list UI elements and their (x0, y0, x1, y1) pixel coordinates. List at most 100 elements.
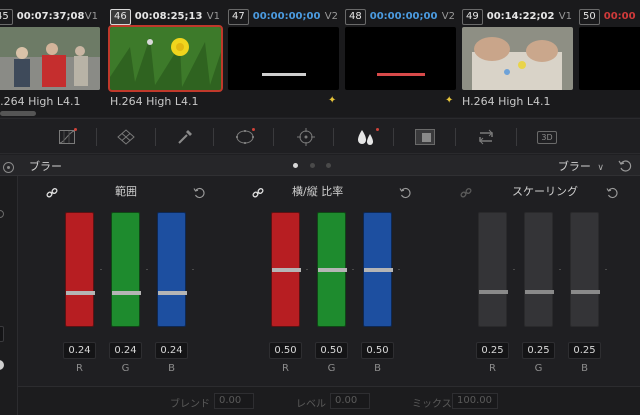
bottom-controls: ブレンド 0.00 レベル 0.00 ミックス 100.00 (18, 386, 640, 415)
radius-green-value[interactable]: 0.24 (109, 342, 142, 359)
blur-mode-dropdown[interactable]: ブラー ∨ (558, 158, 604, 174)
fusion-sparkle-icon: ✦ (328, 95, 337, 106)
blend-field[interactable]: 0.00 (214, 393, 254, 409)
clip-timecode: 00:07:37;08 (16, 11, 85, 22)
reset-icon[interactable] (193, 184, 205, 199)
clip-codec: H.264 High L4.1 (110, 95, 199, 108)
curves-icon[interactable] (56, 126, 78, 148)
slider-handle[interactable] (272, 268, 301, 272)
scaling-green-slider[interactable] (524, 212, 554, 327)
scaling-blue-value[interactable]: 0.25 (568, 342, 601, 359)
reset-icon[interactable] (399, 184, 411, 199)
window-icon[interactable] (234, 126, 256, 148)
3d-icon[interactable]: 3D (536, 126, 558, 148)
clip-45[interactable]: 4500:07:37;08 V1 H.264 High L4.1 (0, 8, 100, 113)
dandelion-image (110, 27, 221, 90)
key-icon[interactable] (414, 126, 436, 148)
channel-label: B (374, 363, 381, 374)
slider-handle[interactable] (525, 290, 554, 294)
page-dot-3[interactable] (326, 163, 331, 168)
clip-49[interactable]: 49 00:14:22;02 V1 H.264 High L4.1 (462, 8, 574, 113)
scaling-blue-slider[interactable] (570, 212, 600, 327)
scaling-red-slider[interactable] (478, 212, 508, 327)
reset-all-icon[interactable] (2, 159, 15, 173)
clip-thumbnail (108, 25, 223, 92)
title-text-graphic (377, 73, 425, 76)
radius-blue-value[interactable]: 0.24 (155, 342, 188, 359)
slider-handle[interactable] (571, 290, 600, 294)
left-reset-icon[interactable] (0, 210, 4, 218)
radius-blue-slider[interactable] (157, 212, 187, 327)
channel-label: R (76, 363, 83, 374)
mix-field[interactable]: 100.00 (452, 393, 498, 409)
slider-center-tick (605, 269, 607, 270)
scaling-red-value[interactable]: 0.25 (476, 342, 509, 359)
slider-center-tick (513, 269, 515, 270)
slider-handle[interactable] (364, 268, 393, 272)
clip-timecode: 00:00 (603, 11, 636, 22)
slider-handle[interactable] (479, 290, 508, 294)
scaling-green-value[interactable]: 0.25 (522, 342, 555, 359)
mix-label: ミックス (412, 399, 452, 410)
reset-panel-icon[interactable] (618, 158, 632, 172)
blend-label: ブレンド (170, 399, 210, 410)
hands-flowers-image (462, 27, 573, 90)
clip-codec: H.264 High L4.1 (462, 95, 551, 108)
warper-icon[interactable] (115, 126, 137, 148)
clip-number: 50 (579, 9, 600, 25)
page-dot-1[interactable] (293, 163, 298, 168)
hv-green-slider[interactable] (317, 212, 347, 327)
title-text-graphic (262, 73, 306, 76)
clip-strip-scrollbar[interactable] (0, 111, 36, 116)
clip-46[interactable]: 46 00:08:25;13 V1 H.264 High L4.1 (108, 8, 223, 113)
channel-label: R (282, 363, 289, 374)
fusion-sparkle-icon: ✦ (445, 95, 454, 106)
radius-red-slider[interactable] (65, 212, 95, 327)
slider-center-tick (559, 269, 561, 270)
clip-48[interactable]: 48 00:00:00;00 V2 ✦ (345, 8, 457, 113)
radius-green-slider[interactable] (111, 212, 141, 327)
link-icon[interactable] (252, 184, 264, 198)
street-scene-image (0, 27, 100, 90)
tracker-icon[interactable] (295, 126, 317, 148)
group-title: 範囲 (115, 185, 137, 198)
sizing-icon[interactable] (475, 126, 497, 148)
link-icon[interactable] (46, 184, 58, 198)
link-icon[interactable] (460, 184, 472, 198)
clip-47[interactable]: 47 00:00:00;00 V2 ✦ (228, 8, 340, 113)
clip-thumbnail (0, 27, 100, 90)
qualifier-eyedropper-icon[interactable] (174, 126, 196, 148)
clip-track: V1 (84, 11, 98, 22)
slider-center-tick (192, 269, 194, 270)
hv-blue-slider[interactable] (363, 212, 393, 327)
clip-number: 47 (228, 9, 249, 25)
hv-blue-value[interactable]: 0.50 (361, 342, 394, 359)
left-knob[interactable] (0, 360, 4, 370)
group-title: 横/縦 比率 (292, 185, 344, 198)
left-sidebar (0, 176, 18, 415)
clip-codec: H.264 High L4.1 (0, 95, 81, 108)
level-field[interactable]: 0.00 (330, 393, 370, 409)
radius-red-value[interactable]: 0.24 (63, 342, 96, 359)
clip-track: V1 (558, 11, 572, 22)
slider-handle[interactable] (158, 291, 187, 295)
page-dot-2[interactable] (310, 163, 315, 168)
hv-red-slider[interactable] (271, 212, 301, 327)
blur-icon[interactable] (355, 126, 379, 148)
clip-track: V1 (206, 11, 220, 22)
slider-center-tick (352, 269, 354, 270)
slider-handle[interactable] (66, 291, 95, 295)
reset-icon[interactable] (606, 184, 618, 199)
hv-red-value[interactable]: 0.50 (269, 342, 302, 359)
slider-handle[interactable] (112, 291, 141, 295)
clip-number: 46 (110, 9, 131, 25)
clip-50[interactable]: 50 00:00 (579, 8, 640, 113)
channel-label: G (534, 363, 543, 374)
blur-mode-value: ブラー (557, 160, 591, 173)
group-title: スケーリング (512, 185, 578, 198)
clip-timecode: 00:14:22;02 (486, 11, 555, 22)
clip-timecode: 00:00:00;00 (369, 11, 438, 22)
hv-green-value[interactable]: 0.50 (315, 342, 348, 359)
slider-handle[interactable] (318, 268, 347, 272)
clip-timecode: 00:08:25;13 (134, 11, 203, 22)
